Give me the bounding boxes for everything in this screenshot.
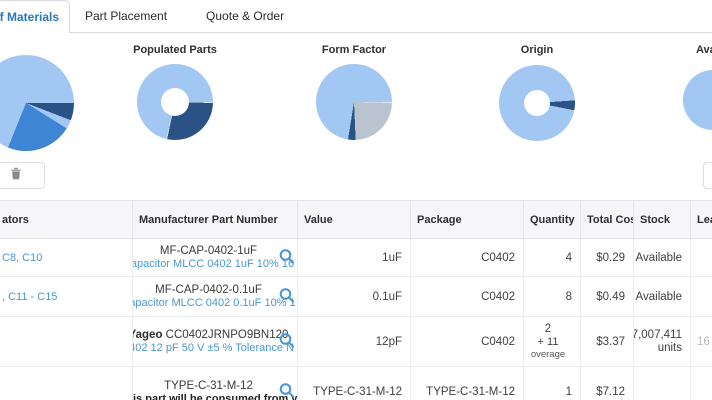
delete-button[interactable] (0, 162, 45, 189)
lead-time-cell: 16 (691, 317, 712, 366)
part-description-link[interactable]: Capacitor MLCC 0402 1uF 10% 16 (133, 258, 294, 271)
designators-link[interactable]: C8, C10 (0, 239, 133, 276)
bom-page: of Materials Part Placement Quote & Orde… (0, 0, 712, 400)
table-header-row: ators Manufacturer Part Number Value Pac… (0, 200, 712, 239)
availability-pie-chart[interactable] (683, 70, 712, 130)
availability-title: Ava (696, 44, 712, 56)
part-description-link[interactable]: Capacitor MLCC 0402 0.1uF 10% 1 (133, 297, 296, 310)
designators-link[interactable]: , C11 - C15 (0, 277, 133, 316)
mpn-text: MF-CAP-0402-0.1uF (155, 283, 262, 297)
total-cost-cell: $3.37 (581, 317, 634, 366)
package-cell: C0402 (411, 317, 524, 366)
quantity-overage-label: overage (531, 349, 565, 360)
trash-icon (10, 167, 22, 185)
form-factor-pie-chart[interactable] (316, 64, 392, 140)
total-cost-cell: $0.49 (581, 277, 634, 316)
search-icon[interactable] (279, 248, 295, 267)
mpn-text: MF-CAP-0402-1uF (160, 244, 257, 258)
part-description-link[interactable]: 0402 12 pF 50 V ±5 % Tolerance N (133, 342, 294, 355)
mpn-text: TYPE-C-31-M-12 (164, 379, 253, 393)
header-value[interactable]: Value (298, 201, 411, 238)
header-total-cost[interactable]: Total Cost (581, 201, 634, 238)
lead-time-cell (691, 277, 712, 316)
package-cell: TYPE-C-31-M-12 (411, 367, 524, 400)
tab-part-placement[interactable]: Part Placement (70, 0, 182, 32)
quantity-cell: 4 (524, 239, 581, 276)
search-icon[interactable] (279, 383, 295, 400)
quantity-overage-value: + 11 (538, 336, 559, 349)
header-designators[interactable]: ators (0, 201, 133, 238)
populated-parts-donut-chart[interactable] (137, 64, 213, 140)
value-cell: 0.1uF (298, 277, 411, 316)
mpn-cell: MF-CAP-0402-1uF Capacitor MLCC 0402 1uF … (133, 239, 298, 276)
total-cost-cell: $7.12 (581, 367, 634, 400)
stock-cell: Available (634, 277, 691, 316)
designators-link[interactable] (0, 317, 133, 366)
package-cell: C0402 (411, 239, 524, 276)
table-row[interactable]: C8, C10 MF-CAP-0402-1uF Capacitor MLCC 0… (0, 239, 712, 277)
search-icon[interactable] (279, 332, 295, 351)
origin-donut-chart[interactable] (499, 65, 575, 141)
value-cell: TYPE-C-31-M-12 (298, 367, 411, 400)
mpn-cell: Yageo CC0402JRNPO9BN120 0402 12 pF 50 V … (133, 317, 298, 366)
mpn-cell: MF-CAP-0402-0.1uF Capacitor MLCC 0402 0.… (133, 277, 298, 316)
designators-link[interactable] (0, 367, 133, 400)
table-row[interactable]: , C11 - C15 MF-CAP-0402-0.1uF Capacitor … (0, 277, 712, 317)
header-lead-time[interactable]: Lea (691, 201, 712, 238)
stock-cell (634, 367, 691, 400)
donut-hole (524, 90, 550, 116)
tab-bar: of Materials Part Placement Quote & Orde… (0, 0, 712, 33)
value-cell: 1uF (298, 239, 411, 276)
lead-time-cell (691, 239, 712, 276)
stock-cell: Available (634, 239, 691, 276)
table-row[interactable]: TYPE-C-31-M-12 This part will be consume… (0, 367, 712, 400)
table-row[interactable]: Yageo CC0402JRNPO9BN120 0402 12 pF 50 V … (0, 317, 712, 367)
mpn-cell: TYPE-C-31-M-12 This part will be consume… (133, 367, 298, 400)
stock-cell: 7,007,411 units (634, 317, 691, 366)
quantity-value: 2 (545, 323, 551, 336)
quantity-cell: 2 + 11 overage (524, 317, 581, 366)
total-cost-cell: $0.29 (581, 239, 634, 276)
mpn-text: Yageo CC0402JRNPO9BN120 (133, 328, 288, 342)
header-manufacturer-part-number[interactable]: Manufacturer Part Number (133, 201, 298, 238)
search-icon[interactable] (279, 287, 295, 306)
toolbar-right-button[interactable] (703, 162, 712, 189)
left-partial-pie-chart[interactable] (0, 55, 74, 151)
populated-parts-title: Populated Parts (95, 44, 255, 56)
lead-time-cell (691, 367, 712, 400)
tab-quote-and-order[interactable]: Quote & Order (182, 0, 299, 32)
package-cell: C0402 (411, 277, 524, 316)
bom-table: ators Manufacturer Part Number Value Pac… (0, 200, 712, 400)
header-package[interactable]: Package (411, 201, 524, 238)
quantity-cell: 1 (524, 367, 581, 400)
origin-title: Origin (457, 44, 617, 56)
tab-bill-of-materials[interactable]: of Materials (0, 0, 70, 33)
header-stock[interactable]: Stock (634, 201, 691, 238)
part-warning-text: This part will be consumed from y (133, 393, 297, 400)
header-quantity[interactable]: Quantity (524, 201, 581, 238)
donut-hole (161, 88, 189, 116)
value-cell: 12pF (298, 317, 411, 366)
quantity-cell: 8 (524, 277, 581, 316)
form-factor-title: Form Factor (274, 44, 434, 56)
